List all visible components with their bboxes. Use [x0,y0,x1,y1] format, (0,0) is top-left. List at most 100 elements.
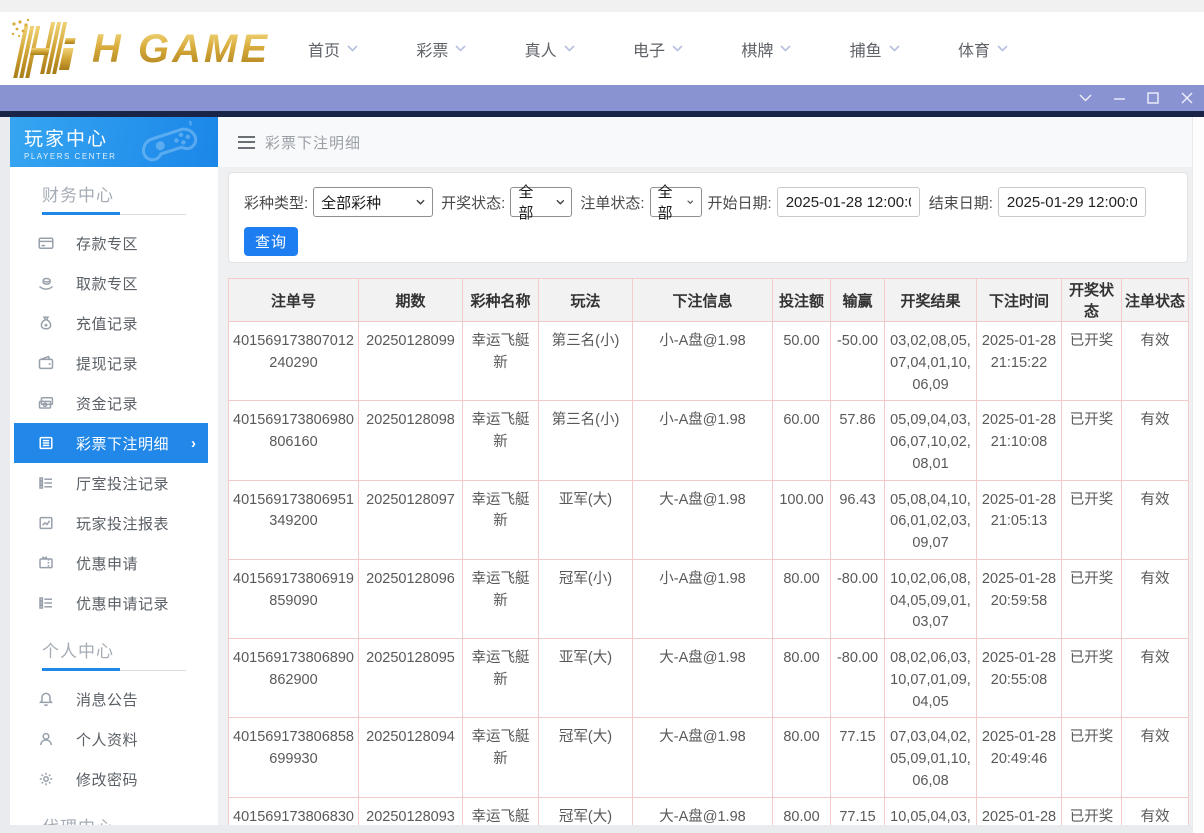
window-dropdown-icon[interactable] [1074,87,1096,109]
cell-play-type: 冠军(小) [539,559,633,638]
sidebar-item-优惠申请记录[interactable]: 优惠申请记录 [10,583,218,623]
chevron-down-icon [687,199,693,205]
draw-status-select[interactable]: 全部 [510,187,572,217]
cell-win-loss: -50.00 [831,322,885,401]
logo-bars-icon [8,18,86,80]
sidebar-item-label: 取款专区 [76,273,138,294]
chevron-down-icon [889,45,900,52]
sidebar-item-玩家投注报表[interactable]: 玩家投注报表 [10,503,218,543]
cell-play-type: 亚军(大) [539,639,633,718]
col-header-order-id: 注单号 [229,279,359,322]
deposit-card-icon [38,235,54,251]
sidebar-item-label: 玩家投注报表 [76,513,169,534]
nav-item-label: 首页 [308,37,340,61]
menu-toggle-icon[interactable] [238,136,255,149]
sidebar: 玩家中心 PLAYERS CENTER 财务中心 存款专区 取款专区 充 [10,117,218,825]
table-header-row: 注单号期数彩种名称玩法下注信息投注额输赢开奖结果下注时间开奖状态注单状态 [229,279,1189,322]
sidebar-section-title: 个人中心 [42,637,218,662]
sidebar-section: 财务中心 存款专区 取款专区 充值记录 提现记录 资金记录 彩票下注明细 › 厅… [10,181,218,623]
cell-lottery-name: 幸运飞艇新 [463,639,539,718]
cell-period: 20250128096 [359,559,463,638]
order-status-select[interactable]: 全部 [650,187,702,217]
person-icon [38,731,54,747]
sidebar-item-优惠申请[interactable]: 优惠申请 [10,543,218,583]
table-row: 40156917380691985909020250128096幸运飞艇新冠军(… [229,559,1189,638]
lottery-type-select[interactable]: 全部彩种 [313,187,433,217]
sidebar-item-修改密码[interactable]: 修改密码 [10,759,218,799]
cell-bet-amount: 80.00 [773,639,831,718]
sidebar-item-label: 充值记录 [76,313,138,334]
cell-order-id: 401569173806858699930 [229,718,359,797]
nav-item-彩票[interactable]: 彩票 [416,37,466,61]
search-button[interactable]: 查询 [244,227,298,256]
cell-draw-result: 10,02,06,08,04,05,09,01,03,07 [885,559,977,638]
nav-item-体育[interactable]: 体育 [958,37,1008,61]
col-header-bet-time: 下注时间 [977,279,1062,322]
window-minimize-icon[interactable] [1108,87,1130,109]
sidebar-item-彩票下注明细[interactable]: 彩票下注明细 › [14,423,208,463]
cell-bet-time: 2025-01-28 20:45:01 [977,797,1062,825]
col-header-bet-amount: 投注额 [773,279,831,322]
cell-bet-info: 小-A盘@1.98 [633,559,773,638]
sidebar-item-消息公告[interactable]: 消息公告 [10,679,218,719]
cell-lottery-name: 幸运飞艇新 [463,480,539,559]
sidebar-item-取款专区[interactable]: 取款专区 [10,263,218,303]
sidebar-section-title: 代理中心 [42,813,218,825]
end-date-input[interactable] [998,187,1146,217]
nav-item-捕鱼[interactable]: 捕鱼 [850,37,900,61]
nav-item-电子[interactable]: 电子 [633,37,683,61]
cell-bet-amount: 50.00 [773,322,831,401]
col-header-play-type: 玩法 [539,279,633,322]
cell-bet-amount: 80.00 [773,718,831,797]
recharge-bag-icon [38,315,54,331]
sidebar-section: 个人中心 消息公告 个人资料 修改密码 [10,637,218,799]
cell-bet-info: 大-A盘@1.98 [633,480,773,559]
sidebar-item-存款专区[interactable]: 存款专区 [10,223,218,263]
nav-item-label: 电子 [633,37,665,61]
sidebar-item-label: 存款专区 [76,233,138,254]
section-underline [42,668,186,671]
cell-win-loss: 96.43 [831,480,885,559]
funds-cash-icon [38,395,54,411]
sidebar-item-提现记录[interactable]: 提现记录 [10,343,218,383]
cell-bet-info: 大-A盘@1.98 [633,639,773,718]
sidebar-item-label: 个人资料 [76,729,138,750]
chevron-down-icon [780,45,791,52]
cell-period: 20250128098 [359,401,463,480]
cell-bet-info: 大-A盘@1.98 [633,797,773,825]
col-header-draw-result: 开奖结果 [885,279,977,322]
window-close-icon[interactable] [1176,87,1198,109]
sidebar-item-资金记录[interactable]: 资金记录 [10,383,218,423]
cell-bet-time: 2025-01-28 20:55:08 [977,639,1062,718]
withdrawal-wallet-icon [38,355,54,371]
col-header-bet-info: 下注信息 [633,279,773,322]
table-row: 40156917380695134920020250128097幸运飞艇新亚军(… [229,480,1189,559]
table-row: 40156917380685869993020250128094幸运飞艇新冠军(… [229,718,1189,797]
window-maximize-icon[interactable] [1142,87,1164,109]
cell-win-loss: -80.00 [831,559,885,638]
nav-item-棋牌[interactable]: 棋牌 [741,37,791,61]
app-header: H GAME 首页 彩票 真人 电子 棋牌 捕鱼 体育 [0,12,1204,85]
sidebar-item-厅室投注记录[interactable]: 厅室投注记录 [10,463,218,503]
col-header-lottery-name: 彩种名称 [463,279,539,322]
promo-ticket-icon [38,555,54,571]
hall-list-icon [38,475,54,491]
sidebar-item-个人资料[interactable]: 个人资料 [10,719,218,759]
vertical-scrollbar[interactable] [1192,117,1204,833]
sidebar-header: 玩家中心 PLAYERS CENTER [10,117,218,167]
report-chart-icon [38,515,54,531]
withdraw-hand-icon [38,275,54,291]
nav-item-label: 体育 [958,37,990,61]
nav-item-label: 真人 [525,37,557,61]
nav-item-首页[interactable]: 首页 [308,37,358,61]
window-controls [1074,85,1198,111]
nav-item-真人[interactable]: 真人 [525,37,575,61]
sidebar-item-充值记录[interactable]: 充值记录 [10,303,218,343]
cell-period: 20250128099 [359,322,463,401]
cell-order-id: 401569173806951349200 [229,480,359,559]
cell-draw-result: 08,02,06,03,10,07,01,09,04,05 [885,639,977,718]
order-status-label: 注单状态: [580,192,644,213]
cell-bet-time: 2025-01-28 21:10:08 [977,401,1062,480]
start-date-input[interactable] [777,187,920,217]
cell-bet-time: 2025-01-28 20:49:46 [977,718,1062,797]
